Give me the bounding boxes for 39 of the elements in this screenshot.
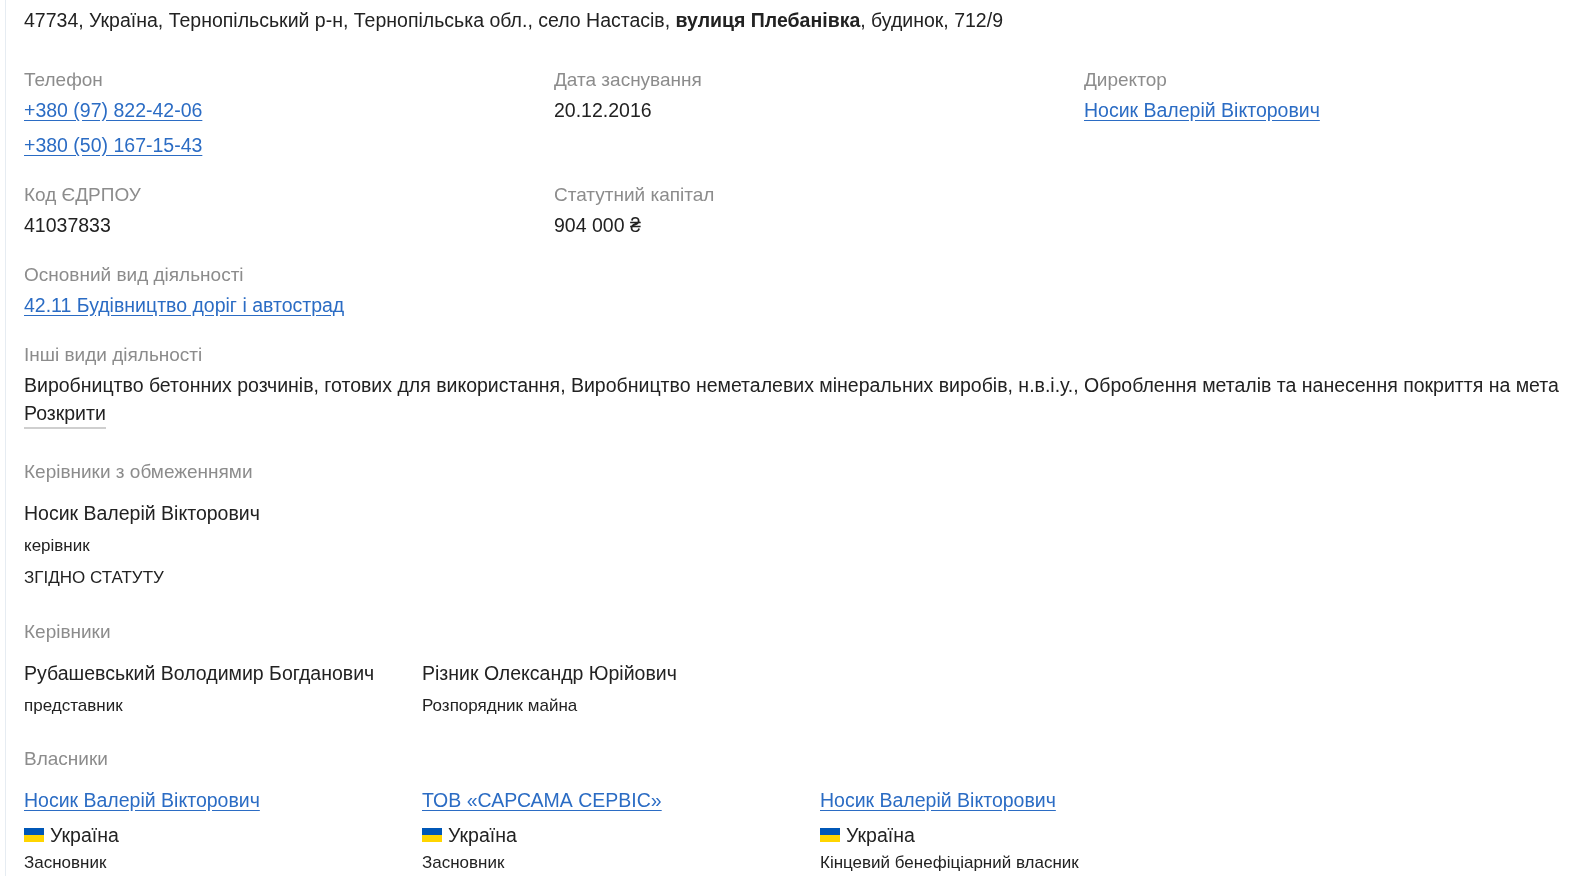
person-role: керівник bbox=[24, 536, 90, 555]
country-name: Україна bbox=[448, 823, 517, 848]
country-name: Україна bbox=[846, 823, 915, 848]
field-label: Телефон bbox=[24, 68, 103, 92]
owner-link[interactable]: Носик Валерій Вікторович bbox=[24, 789, 260, 811]
person-role: Розпорядник майна bbox=[422, 696, 578, 715]
person-name: Носик Валерій Вікторович bbox=[24, 502, 260, 524]
address-text: 47734, Україна, Тернопільський р-н, Тернопільська обл., село Настасів, вулиця Плебанівка, будинок, 712/9 bbox=[24, 8, 1003, 33]
expand-button[interactable]: Розкрити bbox=[24, 401, 106, 429]
value-link[interactable]: +380 (50) 167-15-43 bbox=[24, 134, 203, 156]
flag-icon bbox=[820, 828, 840, 842]
owner-role: Засновник bbox=[422, 853, 505, 872]
flag-icon bbox=[24, 828, 44, 842]
person-name: Рубашевський Володимир Богданович bbox=[24, 662, 375, 684]
section-label: Інші види діяльності bbox=[24, 343, 203, 367]
field-label: Код ЄДРПОУ bbox=[24, 183, 141, 207]
field-value: 20.12.2016 bbox=[554, 99, 652, 121]
owner-link[interactable]: ТОВ «САРСАМА СЕРВІС» bbox=[422, 789, 662, 811]
flag-icon bbox=[422, 828, 442, 842]
field-value: 904 000 ₴ bbox=[554, 214, 641, 236]
field-label: Директор bbox=[1084, 68, 1167, 92]
section-label: Власники bbox=[24, 747, 108, 771]
owner-link[interactable]: Носик Валерій Вікторович bbox=[820, 789, 1056, 811]
person-role: представник bbox=[24, 696, 123, 715]
value-link[interactable]: +380 (97) 822-42-06 bbox=[24, 99, 203, 121]
value-link[interactable]: Носик Валерій Вікторович bbox=[1084, 99, 1320, 121]
section-label: Основний вид діяльності bbox=[24, 263, 244, 287]
owner-role: Кінцевий бенефіціарний власник bbox=[820, 853, 1079, 872]
field-label: Статутний капітал bbox=[554, 183, 715, 207]
owner-role: Засновник bbox=[24, 853, 107, 872]
activities-text: Виробництво бетонних розчинів, готових для використання, Виробництво неметалевих мінеральних виробів, н.в.і.у., Оброблення металів та нанесення покриття на мета bbox=[24, 374, 1559, 396]
person-name: Різник Олександр Юрійович bbox=[422, 662, 677, 684]
section-label: Керівники bbox=[24, 620, 111, 644]
person-basis: ЗГІДНО СТАТУТУ bbox=[24, 568, 164, 587]
field-label: Дата заснування bbox=[554, 68, 702, 92]
field-value: 41037833 bbox=[24, 214, 111, 236]
country-name: Україна bbox=[50, 823, 119, 848]
activity-link[interactable]: 42.11 Будівництво доріг і автострад bbox=[24, 294, 345, 316]
section-label: Керівники з обмеженнями bbox=[24, 460, 253, 484]
